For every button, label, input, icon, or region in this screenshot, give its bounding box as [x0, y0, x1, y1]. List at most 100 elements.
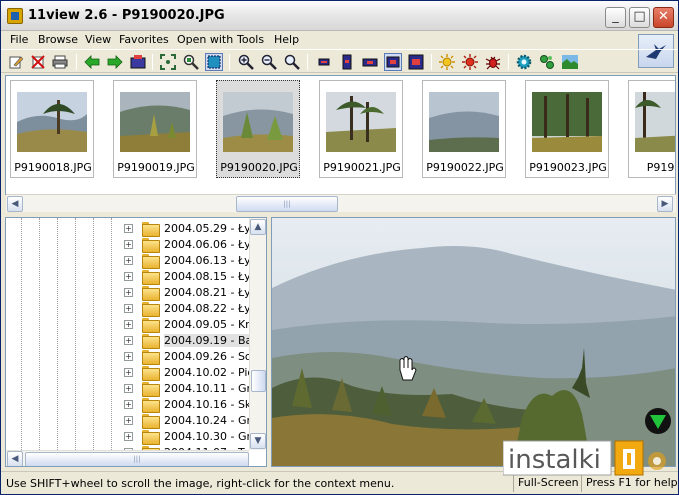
thumbnail-caption: P9190019.JPG — [117, 161, 195, 174]
menu-browse[interactable]: Browse — [38, 33, 78, 46]
zoom-out-icon[interactable] — [260, 53, 278, 71]
folder-label: 2004.09.05 - Krut — [164, 318, 261, 331]
scrollbar-thumb[interactable] — [251, 370, 266, 392]
tree-guide-line — [93, 218, 94, 450]
svg-text:instalki: instalki — [508, 445, 601, 475]
toolbar-separator — [508, 54, 509, 70]
expand-icon[interactable]: + — [124, 336, 133, 345]
tree-guide-line — [57, 218, 58, 450]
gear-icon[interactable] — [515, 53, 533, 71]
sun-icon[interactable] — [438, 53, 456, 71]
thumbnail-image — [532, 92, 602, 152]
menu-view[interactable]: View — [85, 33, 111, 46]
expand-icon[interactable]: + — [124, 416, 133, 425]
menu-bar: File Browse View Favorites Open with Too… — [1, 31, 678, 49]
tree-guide-line — [111, 218, 112, 450]
thumbnail-image — [17, 92, 87, 152]
scrollbar-thumb[interactable]: ||| — [25, 452, 249, 466]
folder-icon — [142, 222, 160, 237]
zoom-icon[interactable] — [283, 53, 301, 71]
app-icon[interactable] — [7, 8, 23, 24]
landscape-icon[interactable] — [561, 53, 579, 71]
view-window-icon[interactable] — [384, 53, 402, 71]
expand-icon[interactable]: + — [124, 368, 133, 377]
thumbnail-item[interactable]: P9190021.JPG — [319, 80, 403, 178]
expand-icon[interactable]: + — [124, 320, 133, 329]
scroll-right-button[interactable]: ▶ — [657, 196, 673, 212]
bug-icon[interactable] — [484, 53, 502, 71]
thumbnail-caption: P9190020.JPG — [220, 161, 298, 174]
view-wide-icon[interactable] — [361, 53, 379, 71]
folder-label: 2004.10.24 - Gre — [164, 414, 258, 427]
thumbnail-item[interactable]: P919002 — [628, 80, 675, 178]
expand-icon[interactable]: + — [124, 432, 133, 441]
menu-file[interactable]: File — [10, 33, 28, 46]
expand-icon[interactable]: + — [124, 288, 133, 297]
folder-label: 2004.10.02 - Pior — [164, 366, 259, 379]
slideshow-icon[interactable] — [129, 53, 147, 71]
menu-favorites[interactable]: Favorites — [119, 33, 169, 46]
thumbnail-caption: P919002 — [646, 161, 675, 174]
close-button[interactable]: ✕ — [653, 7, 674, 28]
folder-icon — [142, 270, 160, 285]
menu-help[interactable]: Help — [274, 33, 299, 46]
menu-open-with[interactable]: Open with — [177, 33, 233, 46]
thumbnail-item[interactable]: P9190022.JPG — [422, 80, 506, 178]
fit-icon[interactable] — [159, 53, 177, 71]
expand-icon[interactable]: + — [124, 240, 133, 249]
tree-vertical-scrollbar[interactable]: ▲ ▼ — [249, 218, 266, 450]
thumbnail-caption: P9190022.JPG — [426, 161, 504, 174]
expand-icon[interactable]: + — [124, 224, 133, 233]
scrollbar-thumb[interactable]: ||| — [236, 196, 338, 212]
zoom-fit-icon[interactable] — [182, 53, 200, 71]
tree-horizontal-scrollbar[interactable]: ◀ ||| — [6, 450, 249, 466]
thumbnail-image — [223, 92, 293, 152]
folder-icon — [142, 430, 160, 445]
thumbnail-item[interactable]: P9190019.JPG — [113, 80, 197, 178]
scroll-left-button[interactable]: ◀ — [7, 451, 23, 466]
expand-icon[interactable]: + — [124, 384, 133, 393]
thumbnail-item[interactable]: P9190023.JPG — [525, 80, 609, 178]
maximize-button[interactable]: □ — [629, 7, 650, 28]
thumbnail-item[interactable]: P9190018.JPG — [10, 80, 94, 178]
view-full-icon[interactable] — [407, 53, 425, 71]
thumbnail-caption: P9190018.JPG — [14, 161, 92, 174]
folder-icon — [142, 366, 160, 381]
expand-icon[interactable]: + — [124, 304, 133, 313]
status-mode: Full-Screen — [513, 475, 579, 492]
tree-guide-line — [75, 218, 76, 450]
scroll-left-button[interactable]: ◀ — [7, 196, 23, 212]
star-icon[interactable] — [461, 53, 479, 71]
toolbar-separator — [152, 54, 153, 70]
main-image — [272, 218, 675, 466]
print-icon[interactable] — [51, 53, 69, 71]
arrow-right-icon[interactable] — [106, 53, 124, 71]
view-tall-icon[interactable] — [338, 53, 356, 71]
expand-icon[interactable]: + — [124, 272, 133, 281]
folder-icon — [142, 238, 160, 253]
image-viewer[interactable] — [271, 217, 676, 467]
expand-icon[interactable]: + — [124, 400, 133, 409]
actual-size-icon[interactable] — [205, 53, 223, 71]
scroll-up-button[interactable]: ▲ — [250, 219, 266, 235]
title-bar: 11view 2.6 - P9190020.JPG _ □ ✕ — [1, 1, 678, 31]
delete-icon[interactable] — [29, 53, 47, 71]
toolbar — [1, 49, 678, 73]
menu-tools[interactable]: Tools — [237, 33, 264, 46]
thumbnail-item-selected[interactable]: P9190020.JPG — [216, 80, 300, 178]
scroll-down-button[interactable]: ▼ — [250, 433, 266, 449]
thumbnail-scrollbar[interactable]: ◀ ||| ▶ — [6, 194, 676, 212]
edit-icon[interactable] — [7, 53, 25, 71]
view-small-icon[interactable] — [315, 53, 333, 71]
expand-icon[interactable]: + — [124, 352, 133, 361]
next-image-button[interactable] — [645, 408, 671, 434]
arrow-left-icon[interactable] — [83, 53, 101, 71]
thumbnail-image — [635, 92, 675, 152]
status-hint: Use SHIFT+wheel to scroll the image, rig… — [6, 477, 395, 490]
zoom-in-icon[interactable] — [237, 53, 255, 71]
sync-icon[interactable] — [538, 53, 556, 71]
minimize-button[interactable]: _ — [605, 7, 626, 28]
expand-icon[interactable]: + — [124, 256, 133, 265]
app-window: 11view 2.6 - P9190020.JPG _ □ ✕ File Bro… — [0, 0, 679, 495]
thumbnail-image — [326, 92, 396, 152]
